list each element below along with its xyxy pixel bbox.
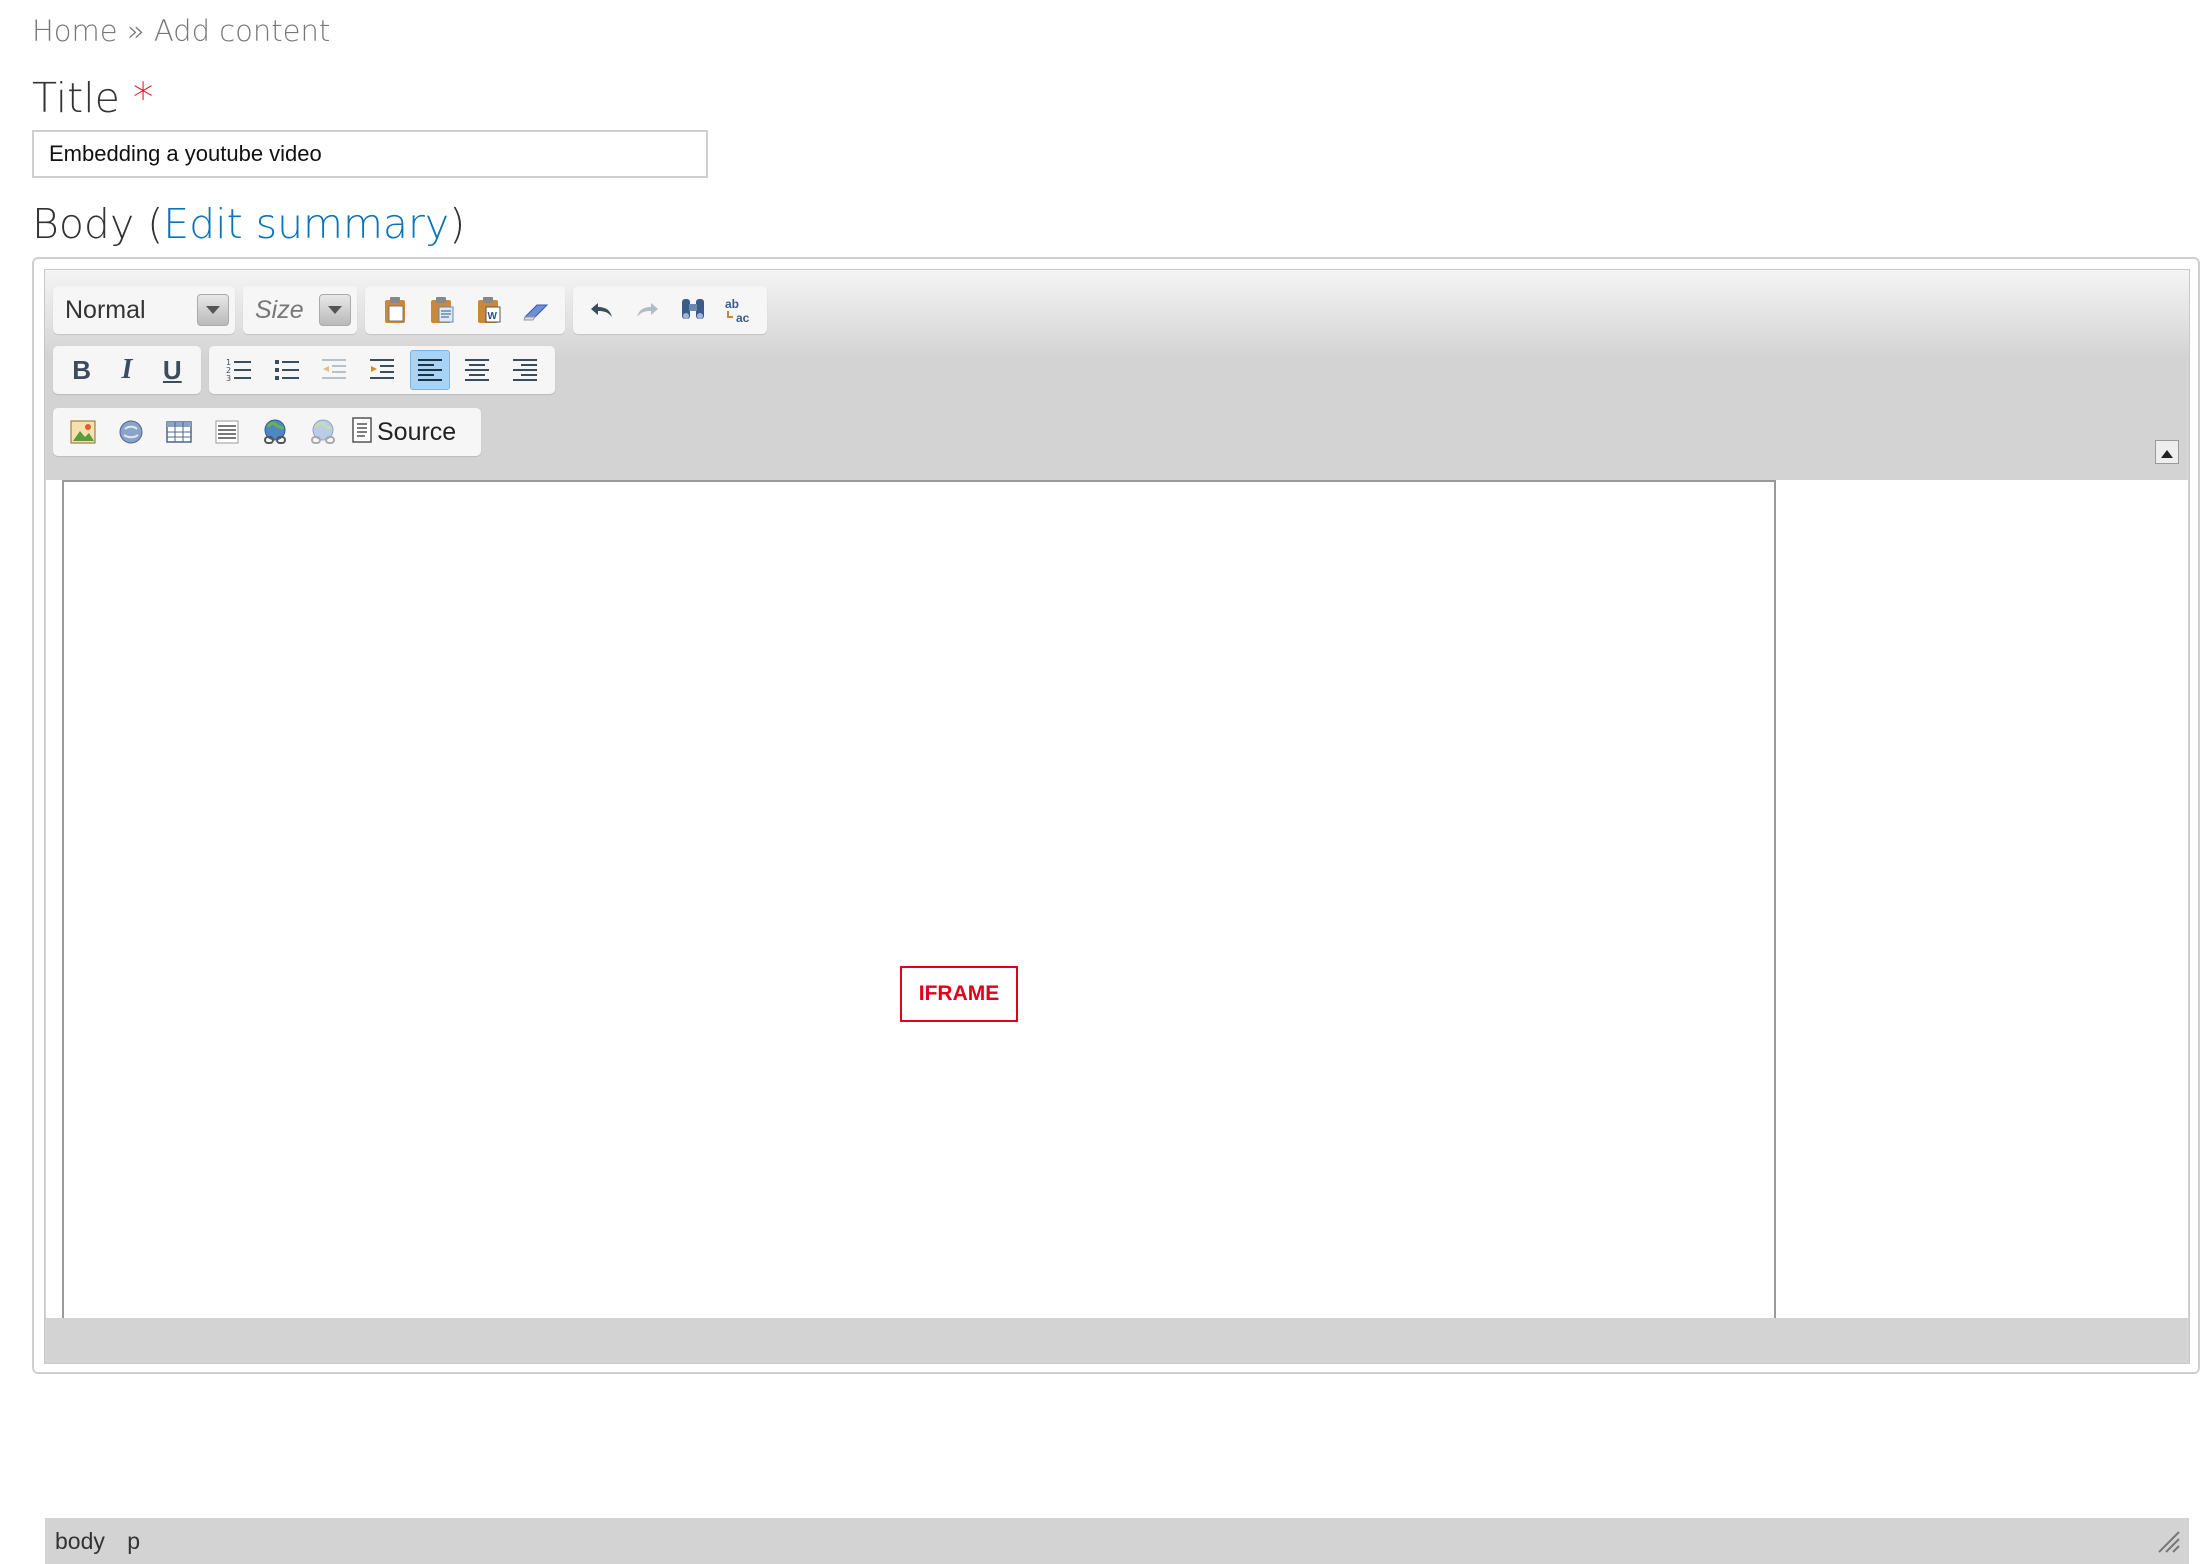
element-path: body p	[55, 1528, 156, 1555]
rich-text-editor: Normal Size W ab ac B I U 1 2 3 Source I…	[32, 257, 2200, 1564]
insert-group: Source	[53, 408, 481, 456]
breadcrumb: Home » Add content	[32, 14, 330, 48]
underline-icon[interactable]: U	[154, 350, 191, 390]
italic-icon[interactable]: I	[108, 350, 145, 390]
title-label-text: Title	[32, 74, 120, 122]
align-right-icon[interactable]	[505, 350, 545, 390]
chevron-down-icon	[319, 294, 351, 326]
link-icon[interactable]	[255, 412, 295, 452]
size-group: Size	[243, 286, 357, 334]
source-button[interactable]: Source	[351, 412, 462, 452]
size-combo-label: Size	[255, 295, 304, 324]
lists-align-group: 123	[209, 346, 555, 394]
breadcrumb-current: Add content	[153, 14, 331, 48]
undo-icon[interactable]	[583, 290, 621, 330]
paste-from-word-icon[interactable]: W	[469, 290, 508, 330]
table-icon[interactable]	[159, 412, 199, 452]
align-left-icon[interactable]	[409, 350, 450, 390]
breadcrumb-separator: »	[126, 14, 145, 48]
body-close-paren: )	[449, 200, 466, 248]
edit-summary-link[interactable]: Edit summary	[163, 200, 449, 248]
path-item-p[interactable]: p	[127, 1528, 140, 1554]
svg-text:W: W	[487, 311, 497, 322]
basic-styles-group: B I U	[53, 346, 201, 394]
format-combo-label: Normal	[65, 295, 146, 324]
outdent-icon[interactable]	[314, 350, 354, 390]
format-combo[interactable]: Normal	[59, 290, 229, 330]
size-combo[interactable]: Size	[249, 290, 351, 330]
body-label: Body (Edit summary)	[32, 200, 465, 248]
breadcrumb-home-link[interactable]: Home	[32, 14, 118, 48]
collapse-toolbar-button[interactable]	[2155, 440, 2179, 464]
svg-text:ab: ab	[725, 297, 739, 311]
title-input[interactable]	[32, 130, 708, 178]
body-label-text: Body	[32, 200, 135, 248]
history-group: ab ac	[573, 286, 767, 334]
remove-format-icon[interactable]	[516, 290, 555, 330]
image-icon[interactable]	[63, 412, 103, 452]
indent-icon[interactable]	[362, 350, 402, 390]
clipboard-group: W	[365, 286, 565, 334]
source-label: Source	[377, 417, 457, 446]
replace-icon[interactable]: ab ac	[720, 290, 758, 330]
iframe-placeholder[interactable]: IFRAME	[900, 966, 1018, 1022]
required-mark: *	[132, 74, 154, 122]
unlink-icon[interactable]	[303, 412, 343, 452]
body-open-paren: (	[147, 200, 164, 248]
bulleted-list-icon[interactable]	[267, 350, 307, 390]
redo-icon[interactable]	[629, 290, 667, 330]
bold-icon[interactable]: B	[63, 350, 100, 390]
svg-text:3: 3	[226, 374, 231, 383]
title-label: Title *	[32, 74, 153, 122]
paste-icon[interactable]	[375, 290, 414, 330]
flash-icon[interactable]	[111, 412, 151, 452]
editable-document[interactable]: IFRAME	[62, 480, 1776, 1318]
paste-text-icon[interactable]	[422, 290, 461, 330]
triangle-up-icon	[2161, 443, 2173, 462]
horizontal-rule-icon[interactable]	[207, 412, 247, 452]
align-center-icon[interactable]	[458, 350, 498, 390]
element-path-bar: body p	[45, 1518, 2189, 1564]
path-item-body[interactable]: body	[55, 1528, 105, 1554]
svg-text:ac: ac	[736, 311, 750, 325]
format-group: Normal	[53, 286, 235, 334]
numbered-list-icon[interactable]: 123	[219, 350, 259, 390]
editor-container: Normal Size W ab ac B I U 1 2 3 Source I…	[44, 269, 2190, 1564]
source-icon	[351, 416, 373, 448]
editing-area[interactable]: IFRAME	[46, 480, 2188, 1318]
chevron-down-icon	[197, 294, 229, 326]
find-icon[interactable]	[674, 290, 712, 330]
resize-grip-icon[interactable]	[2155, 1528, 2181, 1558]
